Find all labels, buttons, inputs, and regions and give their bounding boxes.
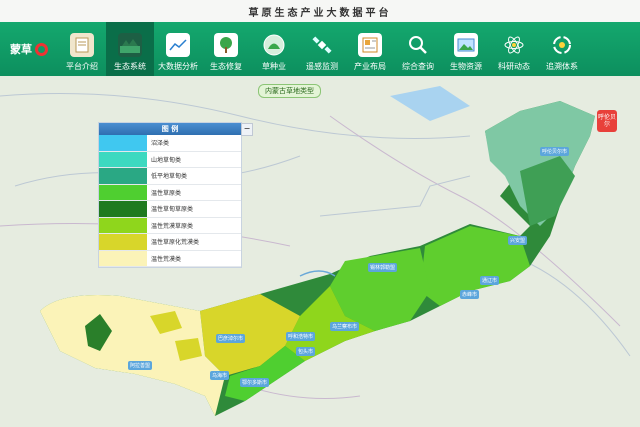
nav-item-eco-restoration[interactable]: 生态修复 bbox=[202, 22, 250, 76]
nav-label: 生物资源 bbox=[450, 62, 482, 71]
badge-icon[interactable]: 呼伦贝尔 bbox=[597, 110, 617, 132]
document-icon bbox=[70, 33, 94, 57]
legend-swatch bbox=[99, 151, 147, 167]
app-logo[interactable]: 蒙草 bbox=[0, 22, 58, 76]
nav-label: 生态系统 bbox=[114, 62, 146, 71]
nav-item-bio-resources[interactable]: 生物资源 bbox=[442, 22, 490, 76]
legend-label: 温性草甸草原类 bbox=[151, 206, 194, 214]
nav-label: 草种业 bbox=[262, 62, 286, 71]
legend-swatch bbox=[99, 135, 147, 151]
map-title-banner: 内蒙古草地类型 bbox=[258, 84, 321, 98]
legend-row: 沼泽类 bbox=[99, 135, 241, 152]
legend-swatch bbox=[99, 234, 147, 250]
nav-label: 追溯体系 bbox=[546, 62, 578, 71]
city-label[interactable]: 阿拉善盟 bbox=[128, 361, 153, 370]
legend-title: 图 例 bbox=[161, 125, 179, 133]
legend-label: 温性草原化荒漠类 bbox=[151, 239, 200, 247]
line-chart-icon bbox=[166, 33, 190, 57]
city-label[interactable]: 兴安盟 bbox=[508, 236, 528, 245]
city-label[interactable]: 巴彦淖尔市 bbox=[216, 334, 246, 343]
map-view[interactable]: 呼伦贝尔市 兴安盟 锡林郭勒盟 通辽市 赤峰市 乌兰察布市 呼和浩特市 包头市 … bbox=[0, 76, 640, 427]
legend-swatch bbox=[99, 168, 147, 184]
legend-row: 温性草原类 bbox=[99, 184, 241, 201]
city-label[interactable]: 包头市 bbox=[296, 347, 316, 356]
logo-text: 蒙草 bbox=[10, 43, 32, 56]
legend-label: 温性荒漠草原类 bbox=[151, 222, 194, 230]
legend-row: 温性荒漠草原类 bbox=[99, 217, 241, 234]
main-nav: 蒙草 平台介绍 生态系统 大数据分析 生态修复 草种业 遥感监测 产业布局 综合… bbox=[0, 22, 640, 76]
atom-icon bbox=[502, 33, 526, 57]
legend-swatch bbox=[99, 250, 147, 266]
tree-icon bbox=[214, 33, 238, 57]
city-label[interactable]: 呼和浩特市 bbox=[286, 332, 316, 341]
nav-item-platform-intro[interactable]: 平台介绍 bbox=[58, 22, 106, 76]
city-label[interactable]: 赤峰市 bbox=[460, 290, 480, 299]
search-icon bbox=[406, 33, 430, 57]
legend-label: 山地草甸类 bbox=[151, 156, 182, 164]
nav-item-industry-layout[interactable]: 产业布局 bbox=[346, 22, 394, 76]
nav-item-seed-industry[interactable]: 草种业 bbox=[250, 22, 298, 76]
nav-label: 遥感监测 bbox=[306, 62, 338, 71]
legend-label: 低平地草甸类 bbox=[151, 173, 188, 181]
nav-item-remote-sensing[interactable]: 遥感监测 bbox=[298, 22, 346, 76]
city-label[interactable]: 乌兰察布市 bbox=[330, 322, 360, 331]
nav-label: 产业布局 bbox=[354, 62, 386, 71]
legend-label: 温性草原类 bbox=[151, 189, 182, 197]
map-canvas bbox=[0, 76, 640, 427]
legend-swatch bbox=[99, 217, 147, 233]
title-bar: 草原生态产业大数据平台 bbox=[0, 0, 640, 23]
legend-row: 低平地草甸类 bbox=[99, 168, 241, 185]
legend-swatch bbox=[99, 184, 147, 200]
legend-row: 温性荒漠类 bbox=[99, 250, 241, 267]
nav-item-comprehensive-query[interactable]: 综合查询 bbox=[394, 22, 442, 76]
app-title: 草原生态产业大数据平台 bbox=[248, 7, 392, 19]
trace-icon bbox=[550, 33, 574, 57]
nav-item-big-data-analysis[interactable]: 大数据分析 bbox=[154, 22, 202, 76]
nav-label: 大数据分析 bbox=[158, 62, 198, 71]
city-label[interactable]: 鄂尔多斯市 bbox=[240, 378, 270, 387]
city-label[interactable]: 乌海市 bbox=[210, 371, 230, 380]
nav-item-traceability[interactable]: 追溯体系 bbox=[538, 22, 586, 76]
legend-label: 沼泽类 bbox=[151, 140, 170, 148]
layout-icon bbox=[358, 33, 382, 57]
nav-label: 科研动态 bbox=[498, 62, 530, 71]
legend-header: 图 例 − bbox=[99, 123, 253, 136]
city-label[interactable]: 锡林郭勒盟 bbox=[368, 263, 398, 272]
nav-label: 综合查询 bbox=[402, 62, 434, 71]
legend-swatch bbox=[99, 201, 147, 217]
satellite-icon bbox=[310, 33, 334, 57]
legend-row: 温性草原化荒漠类 bbox=[99, 234, 241, 251]
nav-label: 生态修复 bbox=[210, 62, 242, 71]
legend-row: 温性草甸草原类 bbox=[99, 201, 241, 218]
nav-item-research-news[interactable]: 科研动态 bbox=[490, 22, 538, 76]
legend-panel: 图 例 − 沼泽类 山地草甸类 低平地草甸类 温性草原类 温性草甸草原类 温性荒… bbox=[98, 122, 253, 268]
legend-label: 温性荒漠类 bbox=[151, 255, 182, 263]
city-label[interactable]: 通辽市 bbox=[480, 276, 500, 285]
nav-item-ecosystem[interactable]: 生态系统 bbox=[106, 22, 154, 76]
nav-label: 平台介绍 bbox=[66, 62, 98, 71]
legend-minimize-button[interactable]: − bbox=[241, 123, 253, 136]
legend-row: 山地草甸类 bbox=[99, 151, 241, 168]
image-icon bbox=[454, 33, 478, 57]
city-label[interactable]: 呼伦贝尔市 bbox=[540, 147, 570, 156]
logo-ring-icon bbox=[35, 42, 48, 56]
landscape-icon bbox=[118, 33, 142, 57]
seed-icon bbox=[262, 33, 286, 57]
